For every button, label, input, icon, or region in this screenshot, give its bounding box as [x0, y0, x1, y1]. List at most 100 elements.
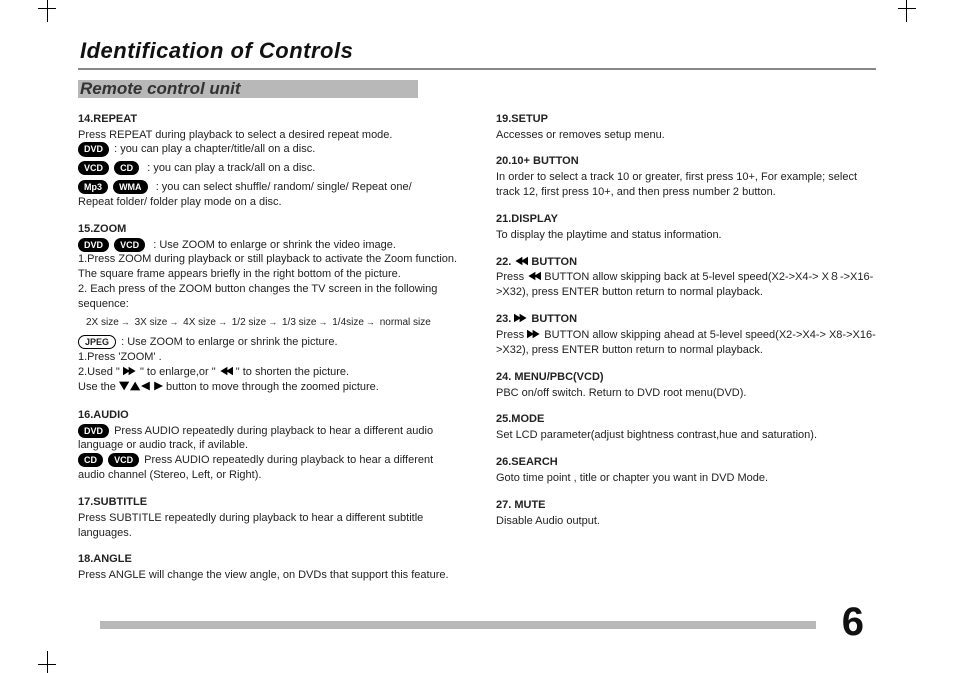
- badge-dvd: DVD: [78, 424, 109, 438]
- left-column: 14.REPEAT Press REPEAT during playback t…: [78, 112, 458, 595]
- section-22-rewind: 22. BUTTON Press BUTTON allow skipping b…: [496, 255, 876, 301]
- section-24-menu-pbc: 24. MENU/PBC(VCD) PBC on/off switch. Ret…: [496, 370, 876, 401]
- seq-item: 4X size: [183, 317, 216, 328]
- inline-text: Press: [496, 329, 527, 341]
- inline-text: 23.: [496, 313, 514, 325]
- body-text: Press SUBTITLE repeatedly during playbac…: [78, 511, 458, 541]
- body-text: Use the button to move through the zoome…: [78, 380, 458, 396]
- body-text: CD VCD Press AUDIO repeatedly during pla…: [78, 453, 458, 483]
- badge-vcd: VCD: [114, 238, 145, 252]
- section-14-repeat: 14.REPEAT Press REPEAT during playback t…: [78, 112, 458, 210]
- inline-text: " to shorten the picture.: [236, 366, 349, 378]
- heading: 23. BUTTON: [496, 312, 876, 327]
- badge-cd: CD: [78, 453, 103, 467]
- section-19-setup: 19.SETUP Accesses or removes setup menu.: [496, 112, 876, 143]
- fast-rewind-icon: [527, 271, 541, 281]
- body-text: 1.Press 'ZOOM' .: [78, 350, 458, 365]
- heading: 16.AUDIO: [78, 408, 458, 423]
- fast-rewind-icon: [514, 256, 528, 266]
- badge-dvd: DVD: [78, 142, 109, 156]
- body-text: VCD CD : you can play a track/all on a d…: [78, 161, 458, 176]
- section-21-display: 21.DISPLAY To display the playtime and s…: [496, 212, 876, 243]
- right-column: 19.SETUP Accesses or removes setup menu.…: [496, 112, 876, 595]
- inline-text: : Use ZOOM to enlarge or shrink the pict…: [121, 336, 337, 348]
- crop-mark: [906, 0, 907, 22]
- seq-item: 1/4size: [332, 317, 364, 328]
- heading: 20.10+ BUTTON: [496, 154, 876, 169]
- inline-text: 22.: [496, 256, 514, 268]
- badge-vcd: VCD: [78, 161, 109, 175]
- heading: 14.REPEAT: [78, 112, 458, 127]
- inline-text: BUTTON allow skipping ahead at 5-level s…: [496, 329, 876, 356]
- body-text: Press ANGLE will change the view angle, …: [78, 568, 458, 583]
- body-text: Mp3 WMA : you can select shuffle/ random…: [78, 180, 458, 195]
- section-18-angle: 18.ANGLE Press ANGLE will change the vie…: [78, 552, 458, 583]
- body-text: PBC on/off switch. Return to DVD root me…: [496, 386, 876, 401]
- inline-text: button to move through the zoomed pictur…: [166, 381, 379, 393]
- body-text: In order to select a track 10 or greater…: [496, 170, 876, 200]
- inline-text: Use the: [78, 381, 119, 393]
- body-text: 2. Each press of the ZOOM button changes…: [78, 282, 458, 312]
- body-text: To display the playtime and status infor…: [496, 228, 876, 243]
- crop-mark: [38, 8, 56, 9]
- inline-text: BUTTON allow skipping back at 5-level sp…: [496, 271, 873, 298]
- body-text: DVD Press AUDIO repeatedly during playba…: [78, 424, 458, 454]
- inline-text: : you can play a track/all on a disc.: [147, 162, 315, 174]
- section-26-search: 26.SEARCH Goto time point , title or cha…: [496, 455, 876, 486]
- inline-text: 2.Used ": [78, 366, 123, 378]
- fast-rewind-icon: [219, 366, 233, 376]
- badge-mp3: Mp3: [78, 180, 108, 194]
- heading: 25.MODE: [496, 412, 876, 427]
- seq-item: 1/3 size: [282, 317, 316, 328]
- heading: 22. BUTTON: [496, 255, 876, 270]
- subtitle: Remote control unit: [78, 76, 876, 102]
- body-text: Press BUTTON allow skipping back at 5-le…: [496, 270, 876, 300]
- crop-mark: [898, 8, 916, 9]
- section-20-tenplus: 20.10+ BUTTON In order to select a track…: [496, 154, 876, 200]
- crop-mark: [47, 0, 48, 22]
- seq-item: 2X size: [86, 317, 119, 328]
- page-content: Identification of Controls Remote contro…: [78, 36, 876, 643]
- nav-arrows-icon: [119, 381, 163, 396]
- footer-rule: [100, 621, 816, 629]
- inline-text: Press: [496, 271, 527, 283]
- body-text: Accesses or removes setup menu.: [496, 128, 876, 143]
- section-25-mode: 25.MODE Set LCD parameter(adjust bightne…: [496, 412, 876, 443]
- section-27-mute: 27. MUTE Disable Audio output.: [496, 498, 876, 529]
- inline-text: : you can play a chapter/title/all on a …: [114, 143, 315, 155]
- title-rule: [78, 68, 876, 70]
- inline-text: BUTTON: [531, 313, 577, 325]
- badge-wma: WMA: [113, 180, 148, 194]
- inline-text: : you can select shuffle/ random/ single…: [156, 181, 412, 193]
- inline-text: : Use ZOOM to enlarge or shrink the vide…: [153, 239, 396, 251]
- subtitle-wrap: Remote control unit: [78, 76, 876, 102]
- badge-dvd: DVD: [78, 238, 109, 252]
- fast-forward-icon: [527, 329, 541, 339]
- heading: 26.SEARCH: [496, 455, 876, 470]
- body-text: DVD : you can play a chapter/title/all o…: [78, 142, 458, 157]
- page-number: 6: [842, 595, 864, 649]
- footer: 6: [78, 613, 876, 643]
- body-text: Press REPEAT during playback to select a…: [78, 128, 458, 143]
- heading: 24. MENU/PBC(VCD): [496, 370, 876, 385]
- fast-forward-icon: [514, 313, 528, 323]
- crop-mark: [47, 651, 48, 673]
- heading: 21.DISPLAY: [496, 212, 876, 227]
- seq-item: 1/2 size: [232, 317, 266, 328]
- section-23-forward: 23. BUTTON Press BUTTON allow skipping a…: [496, 312, 876, 358]
- body-text: Set LCD parameter(adjust bightness contr…: [496, 428, 876, 443]
- page-title: Identification of Controls: [80, 36, 876, 66]
- inline-text: BUTTON: [531, 256, 577, 268]
- seq-item: 3X size: [135, 317, 168, 328]
- body-text: JPEG : Use ZOOM to enlarge or shrink the…: [78, 335, 458, 350]
- heading: 27. MUTE: [496, 498, 876, 513]
- zoom-sequence: 2X size→ 3X size→ 4X size→ 1/2 size→ 1/3…: [86, 316, 458, 330]
- badge-jpeg: JPEG: [78, 335, 116, 349]
- badge-cd: CD: [114, 161, 139, 175]
- body-text: Goto time point , title or chapter you w…: [496, 471, 876, 486]
- crop-mark: [38, 664, 56, 665]
- section-17-subtitle: 17.SUBTITLE Press SUBTITLE repeatedly du…: [78, 495, 458, 541]
- heading: 15.ZOOM: [78, 222, 458, 237]
- section-16-audio: 16.AUDIO DVD Press AUDIO repeatedly duri…: [78, 408, 458, 483]
- body-text: 1.Press ZOOM during playback or still pl…: [78, 252, 458, 282]
